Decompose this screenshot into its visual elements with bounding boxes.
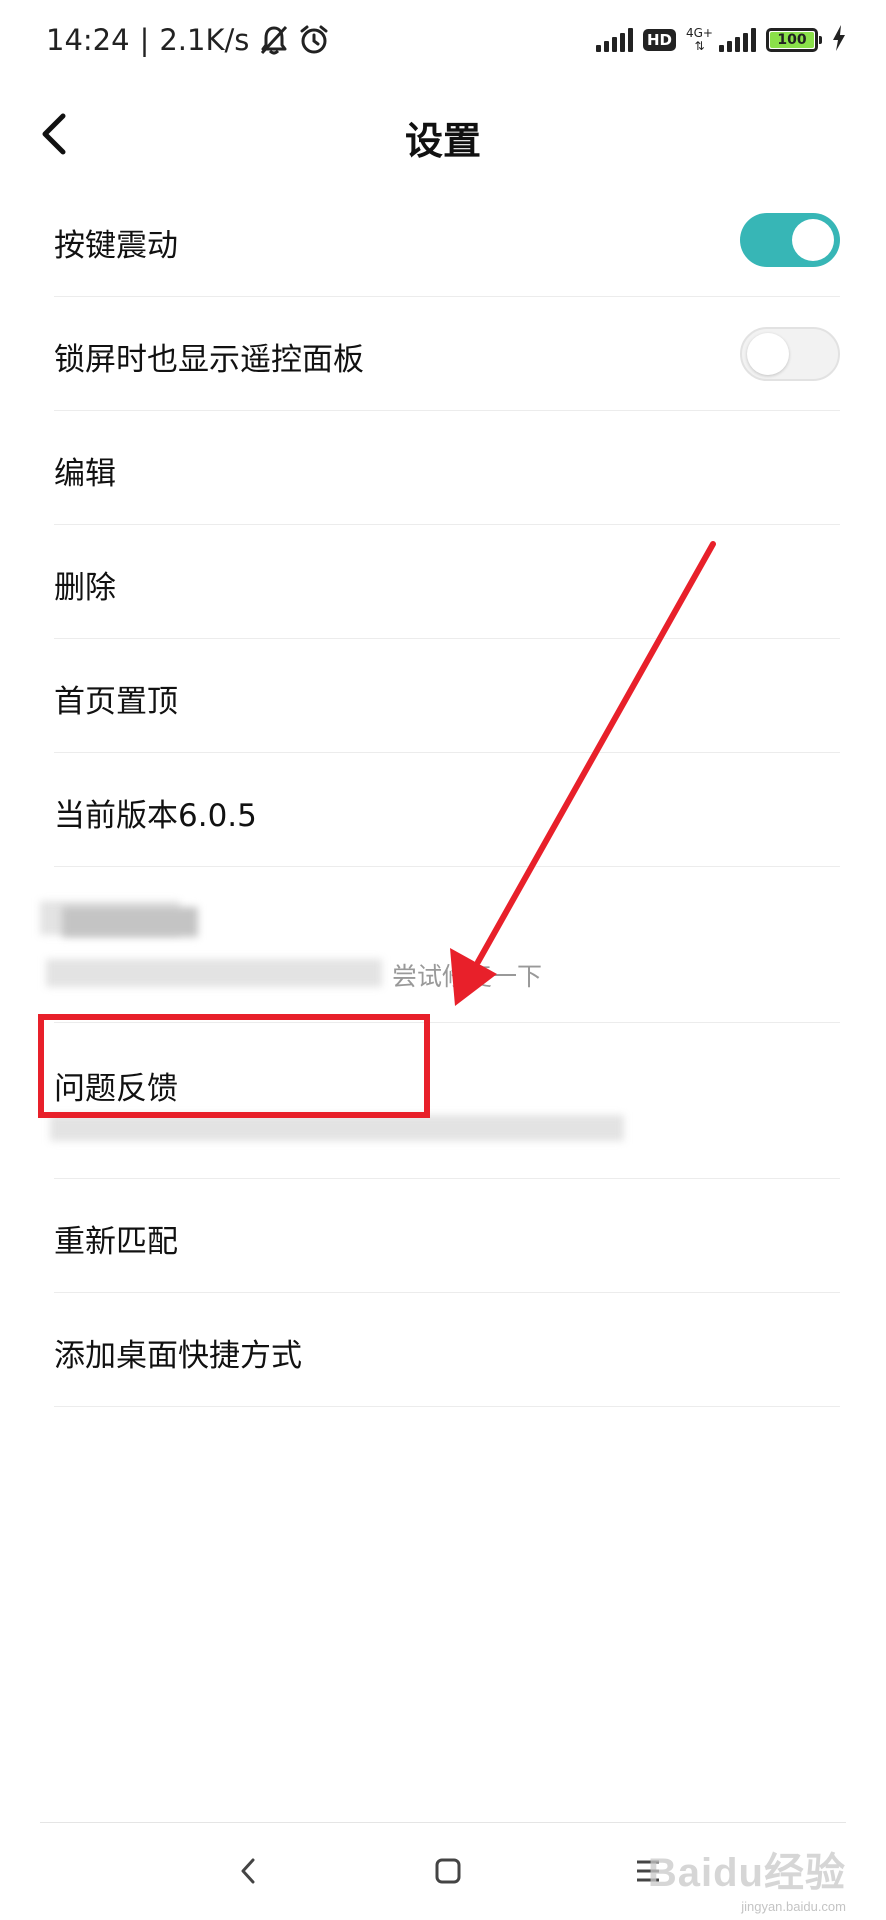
setting-key-vibration: 按键震动 bbox=[54, 183, 840, 297]
header: 设置 bbox=[0, 80, 886, 190]
status-net-speed: 2.1K/s bbox=[159, 23, 250, 57]
settings-list: 按键震动 锁屏时也显示遥控面板 编辑 删除 首页置顶 当前版本6.0.5 尝试修… bbox=[40, 183, 840, 1407]
hd-icon: HD bbox=[642, 29, 676, 51]
signal-icon bbox=[595, 28, 633, 52]
bell-off-icon bbox=[259, 24, 289, 56]
setting-label: 首页置顶 bbox=[54, 684, 178, 720]
setting-delete[interactable]: 删除 bbox=[54, 525, 840, 639]
nav-back-button[interactable] bbox=[228, 1853, 268, 1893]
page-title: 设置 bbox=[404, 119, 481, 163]
setting-subtitle: 尝试修复一下 bbox=[392, 962, 543, 991]
setting-version: 当前版本6.0.5 bbox=[54, 753, 840, 867]
setting-label: 添加桌面快捷方式 bbox=[54, 1338, 302, 1374]
toggle-knob bbox=[792, 219, 834, 261]
status-right: HD 4G+ ⇅ 100 bbox=[595, 22, 846, 58]
data-arrows-icon: ⇅ bbox=[694, 39, 705, 53]
home-icon bbox=[434, 1857, 462, 1889]
status-left: 14:24 | 2.1K/s bbox=[46, 18, 329, 62]
signal-4g-icon: 4G+ ⇅ bbox=[686, 27, 713, 53]
setting-label: 锁屏时也显示遥控面板 bbox=[54, 342, 364, 378]
nav-home-button[interactable] bbox=[428, 1853, 468, 1893]
charging-icon bbox=[832, 25, 846, 55]
key-vibration-toggle[interactable] bbox=[740, 213, 840, 267]
status-time: 14:24 bbox=[46, 23, 130, 57]
back-icon bbox=[238, 1856, 258, 1890]
nav-bar: Baidu经验 jingyan.baidu.com bbox=[0, 1823, 886, 1920]
setting-label: 删除 bbox=[54, 570, 116, 606]
redacted-subtitle bbox=[46, 959, 382, 987]
setting-repair[interactable]: 尝试修复一下 bbox=[40, 867, 840, 1023]
setting-lock-screen-panel: 锁屏时也显示遥控面板 bbox=[54, 297, 840, 411]
setting-label: 当前版本6.0.5 bbox=[54, 798, 257, 834]
setting-pin-top[interactable]: 首页置顶 bbox=[54, 639, 840, 753]
status-separator: | bbox=[139, 23, 150, 57]
watermark-url: jingyan.baidu.com bbox=[741, 1899, 846, 1914]
setting-label: 重新匹配 bbox=[54, 1224, 178, 1260]
lock-screen-panel-toggle[interactable] bbox=[740, 327, 840, 381]
alarm-icon bbox=[299, 24, 329, 56]
redacted-title-dark bbox=[62, 907, 198, 937]
setting-label: 按键震动 bbox=[54, 228, 178, 264]
setting-feedback[interactable]: 问题反馈 bbox=[50, 1023, 840, 1179]
setting-label: 编辑 bbox=[54, 456, 116, 492]
battery-level: 100 bbox=[770, 32, 814, 48]
status-bar: 14:24 | 2.1K/s HD 4G+ ⇅ 100 bbox=[0, 0, 886, 80]
toggle-knob bbox=[747, 333, 789, 375]
setting-edit[interactable]: 编辑 bbox=[54, 411, 840, 525]
redacted-subtitle bbox=[50, 1115, 624, 1141]
setting-add-shortcut[interactable]: 添加桌面快捷方式 bbox=[54, 1293, 840, 1407]
setting-rematch[interactable]: 重新匹配 bbox=[54, 1179, 840, 1293]
watermark-logo: Baidu经验 bbox=[647, 1851, 846, 1895]
signal-icon-secondary bbox=[719, 28, 756, 52]
battery-icon: 100 bbox=[766, 28, 822, 52]
setting-label: 问题反馈 bbox=[54, 1071, 178, 1107]
